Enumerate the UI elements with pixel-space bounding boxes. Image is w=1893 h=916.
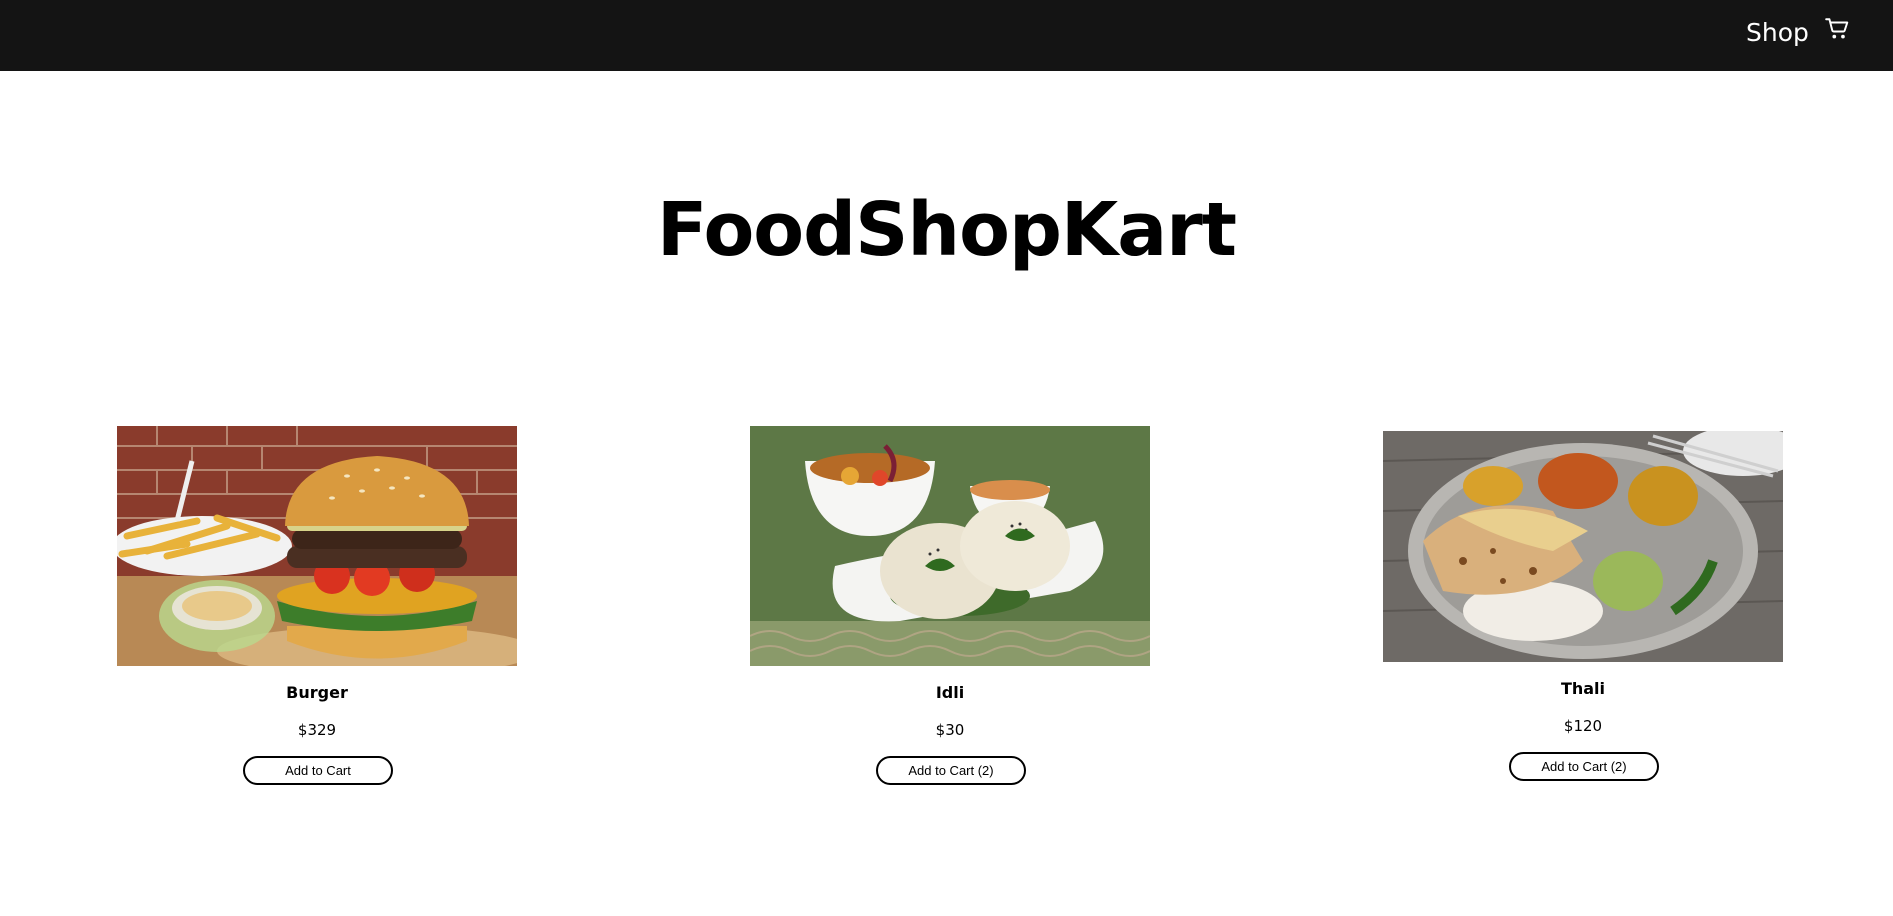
- product-card-idli: Idli $30 Add to Cart (2): [750, 426, 1150, 786]
- product-card-thali: Thali $120 Add to Cart (2): [1383, 431, 1783, 787]
- add-to-cart-button[interactable]: Add to Cart (2): [876, 756, 1026, 785]
- cart-icon[interactable]: [1824, 16, 1850, 42]
- nav-shop-link[interactable]: Shop: [1746, 16, 1809, 50]
- product-price: $30: [935, 721, 965, 739]
- product-price: $329: [297, 721, 337, 739]
- product-price: $120: [1563, 717, 1603, 735]
- product-name: Burger: [286, 683, 348, 702]
- product-card-burger: Burger $329 Add to Cart: [117, 426, 517, 786]
- page-title: FoodShopKart: [656, 187, 1237, 273]
- burger-image[interactable]: [117, 426, 517, 666]
- product-name: Thali: [1560, 679, 1606, 698]
- thali-image[interactable]: [1383, 431, 1783, 662]
- idli-image[interactable]: [750, 426, 1150, 666]
- add-to-cart-button[interactable]: Add to Cart (2): [1509, 752, 1659, 781]
- navbar: Shop: [0, 0, 1893, 71]
- product-name: Idli: [935, 683, 965, 702]
- add-to-cart-button[interactable]: Add to Cart: [243, 756, 393, 785]
